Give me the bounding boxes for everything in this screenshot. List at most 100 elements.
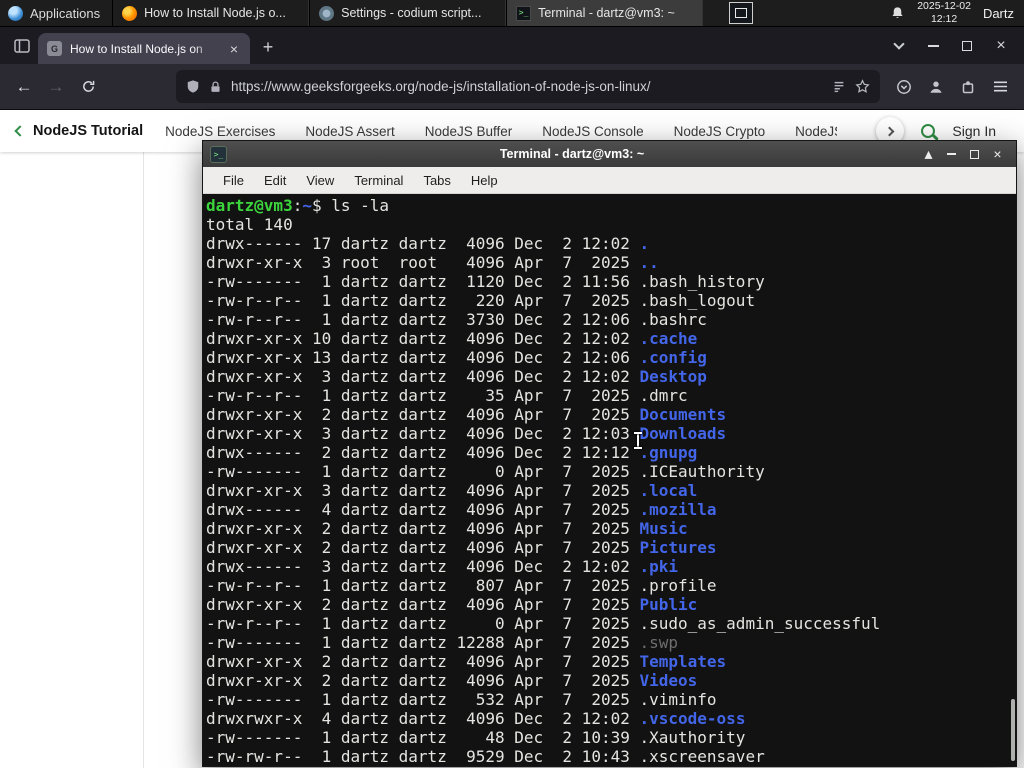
system-bar: Applications How to Install Node.js o...… [0, 0, 1024, 27]
search-icon[interactable] [921, 124, 936, 138]
terminal-line: -rw------- 1 dartz dartz 12288 Apr 7 202… [206, 633, 679, 652]
applications-menu[interactable]: Applications [0, 0, 112, 26]
applications-icon [8, 5, 23, 21]
clock[interactable]: 2025-12-02 12:12 [917, 0, 971, 25]
terminal-menu-tabs[interactable]: Tabs [413, 170, 460, 191]
terminal-line: drwxr-xr-x 2 dartz dartz 4096 Apr 7 2025… [206, 652, 727, 671]
pocket-icon[interactable] [888, 71, 920, 103]
scroll-left-chevron-icon[interactable] [14, 125, 26, 137]
sign-in-link[interactable]: Sign In [952, 123, 996, 139]
url-bar[interactable]: https://www.geeksforgeeks.org/node-js/in… [176, 70, 880, 103]
terminal-maximize-button[interactable] [963, 145, 986, 164]
terminal-line: drwxr-xr-x 2 dartz dartz 4096 Apr 7 2025… [206, 671, 698, 690]
terminal-close-button[interactable]: × [986, 145, 1009, 164]
browser-toolbar: ← → https://www.geeksforgeeks.org/node-j… [0, 64, 1024, 110]
window-minimize-button[interactable] [916, 27, 950, 64]
terminal-line: total 140 [206, 215, 293, 234]
terminal-line: drwxr-xr-x 3 dartz dartz 4096 Dec 2 12:0… [206, 367, 707, 386]
terminal-icon: >_ [516, 5, 532, 21]
site-nav-link[interactable]: NodeJS Console [542, 124, 643, 139]
taskbar-window-firefox[interactable]: How to Install Node.js o... [112, 0, 310, 26]
taskbar-window-label: How to Install Node.js o... [144, 6, 286, 20]
terminal-line: -rw------- 1 dartz dartz 532 Apr 7 2025 … [206, 690, 717, 709]
new-tab-button[interactable]: + [254, 33, 282, 61]
taskbar-window-label: Settings - codium script... [341, 6, 482, 20]
lock-icon[interactable] [209, 80, 222, 94]
terminal-line: drwxr-xr-x 2 dartz dartz 4096 Apr 7 2025… [206, 405, 727, 424]
site-nav-link[interactable]: NodeJS Exercises [165, 124, 275, 139]
terminal-title: Terminal - dartz@vm3: ~ [499, 147, 645, 161]
tab-title: How to Install Node.js on [70, 41, 203, 56]
terminal-line: -rw-r--r-- 1 dartz dartz 3730 Dec 2 12:0… [206, 310, 707, 329]
terminal-line: -rw-r--r-- 1 dartz dartz 35 Apr 7 2025 .… [206, 386, 688, 405]
terminal-line: drwx------ 4 dartz dartz 4096 Apr 7 2025… [206, 500, 717, 519]
terminal-minimize-button[interactable] [940, 145, 963, 164]
tray-terminal-icon[interactable] [729, 2, 754, 24]
terminal-title-bar[interactable]: >_ Terminal - dartz@vm3: ~ ▴ × [203, 141, 1016, 167]
terminal-app-icon: >_ [210, 145, 227, 163]
terminal-line: drwxr-xr-x 2 dartz dartz 4096 Apr 7 2025… [206, 595, 698, 614]
terminal-line: drwxr-xr-x 13 dartz dartz 4096 Dec 2 12:… [206, 348, 707, 367]
menu-hamburger-icon[interactable] [984, 71, 1016, 103]
site-nav-link[interactable]: NodeJS Assert [305, 124, 394, 139]
system-tray: 2025-12-02 12:12 Dartz [890, 0, 1024, 26]
terminal-menu-view[interactable]: View [296, 170, 344, 191]
tab-favicon: G [47, 41, 62, 56]
terminal-line: drwx------ 17 dartz dartz 4096 Dec 2 12:… [206, 234, 650, 253]
taskbar-window-settings[interactable]: Settings - codium script... [309, 0, 507, 26]
terminal-line: drwxr-xr-x 3 dartz dartz 4096 Dec 2 12:0… [206, 424, 727, 443]
terminal-line: -rw-r--r-- 1 dartz dartz 807 Apr 7 2025 … [206, 576, 717, 595]
terminal-line: dartz@vm3:~$ ls -la [206, 196, 390, 215]
terminal-menu-terminal[interactable]: Terminal [344, 170, 413, 191]
terminal-line: drwxr-xr-x 10 dartz dartz 4096 Dec 2 12:… [206, 329, 698, 348]
tab-close-icon[interactable]: × [227, 40, 241, 58]
user-menu[interactable]: Dartz [983, 6, 1014, 21]
firefox-view-icon[interactable] [6, 31, 38, 61]
terminal-line: -rw------- 1 dartz dartz 0 Apr 7 2025 .I… [206, 462, 765, 481]
clock-date: 2025-12-02 [917, 0, 971, 13]
terminal-line: drwxr-xr-x 2 dartz dartz 4096 Apr 7 2025… [206, 519, 688, 538]
terminal-line: drwxrwxr-x 4 dartz dartz 4096 Dec 2 12:0… [206, 709, 746, 728]
terminal-line: drwxr-xr-x 3 root root 4096 Apr 7 2025 .… [206, 253, 659, 272]
site-nav-link[interactable]: NodeJS Crypto [674, 124, 766, 139]
reader-view-icon[interactable] [832, 80, 846, 94]
account-icon[interactable] [920, 71, 952, 103]
taskbar: How to Install Node.js o... Settings - co… [112, 0, 704, 26]
tab-bar-actions: × [882, 27, 1018, 64]
settings-icon [319, 5, 335, 21]
notification-bell-icon[interactable] [890, 6, 905, 21]
terminal-output[interactable]: dartz@vm3:~$ ls -la total 140 drwx------ 1… [203, 194, 1016, 766]
terminal-menu-edit[interactable]: Edit [254, 170, 296, 191]
browser-tab-bar: G How to Install Node.js on × + × [0, 27, 1024, 64]
extensions-puzzle-icon[interactable] [952, 71, 984, 103]
reload-button[interactable] [72, 71, 104, 103]
firefox-icon [122, 5, 138, 21]
clock-time: 12:12 [930, 13, 958, 25]
list-all-tabs-icon[interactable] [882, 27, 916, 64]
taskbar-window-terminal[interactable]: >_ Terminal - dartz@vm3: ~ [506, 0, 704, 26]
terminal-menu-help[interactable]: Help [461, 170, 508, 191]
tracking-shield-icon[interactable] [186, 79, 200, 94]
terminal-line: drwxr-xr-x 3 dartz dartz 4096 Apr 7 2025… [206, 481, 698, 500]
window-maximize-button[interactable] [950, 27, 984, 64]
taskbar-window-label: Terminal - dartz@vm3: ~ [538, 6, 675, 20]
url-text[interactable]: https://www.geeksforgeeks.org/node-js/in… [231, 79, 823, 94]
site-nav-link[interactable]: NodeJS Buffer [425, 124, 513, 139]
site-nav-link[interactable]: NodeJS DNS [795, 124, 837, 139]
browser-tab-active[interactable]: G How to Install Node.js on × [38, 33, 250, 64]
terminal-line: -rw-r--r-- 1 dartz dartz 0 Apr 7 2025 .s… [206, 614, 881, 633]
terminal-line: drwx------ 2 dartz dartz 4096 Dec 2 12:1… [206, 443, 698, 462]
applications-label: Applications [30, 5, 101, 21]
terminal-menu-bar: File Edit View Terminal Tabs Help [203, 167, 1016, 194]
mouse-text-cursor [633, 432, 643, 449]
site-nav-links: NodeJS Exercises NodeJS Assert NodeJS Buff… [165, 124, 837, 139]
terminal-window: >_ Terminal - dartz@vm3: ~ ▴ × File Edit V… [202, 140, 1017, 767]
back-button[interactable]: ← [8, 71, 40, 103]
window-close-button[interactable]: × [984, 27, 1018, 64]
terminal-menu-file[interactable]: File [213, 170, 254, 191]
terminal-line: drwxr-xr-x 2 dartz dartz 4096 Apr 7 2025… [206, 538, 717, 557]
bookmark-star-icon[interactable] [855, 79, 870, 94]
terminal-scrollbar[interactable] [1011, 699, 1015, 761]
site-tutorial-label[interactable]: NodeJS Tutorial [33, 123, 143, 139]
terminal-shade-button[interactable]: ▴ [917, 145, 940, 164]
